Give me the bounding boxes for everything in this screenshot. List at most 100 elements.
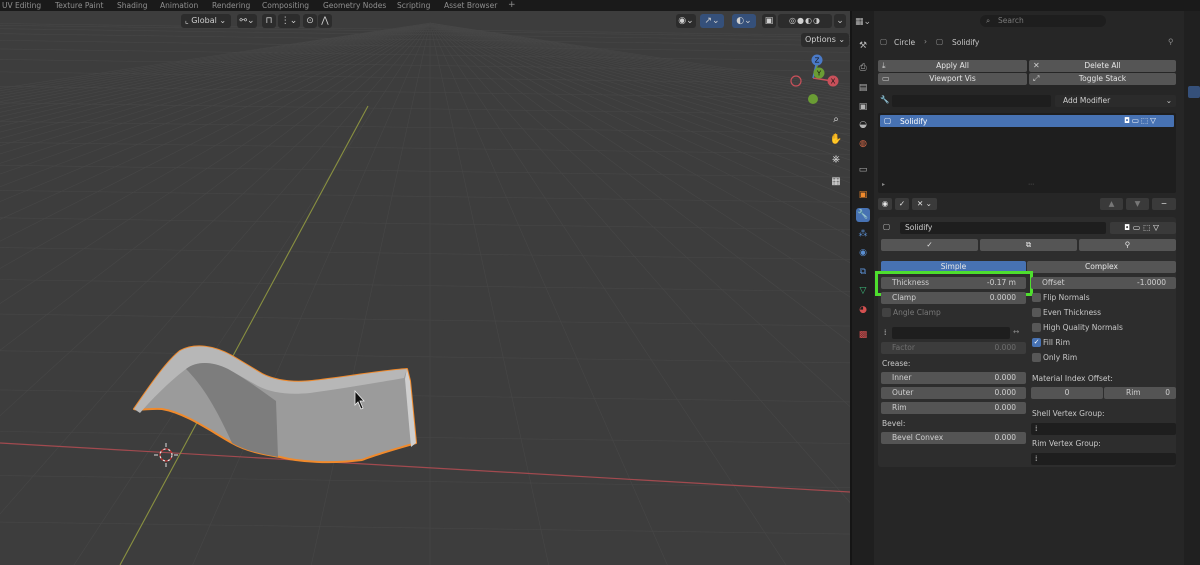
output-tab-icon[interactable]: ▤ <box>856 81 870 95</box>
zoom-icon[interactable]: ⌕ <box>828 112 844 128</box>
tab-geometry-nodes[interactable]: Geometry Nodes <box>323 0 386 11</box>
camera-icon[interactable]: ⎈ <box>828 152 844 168</box>
list-item-visibility-icons[interactable]: ◘▭⬚▽ <box>1124 116 1158 125</box>
modifiers-tab-icon[interactable]: 🔧 <box>856 208 870 222</box>
duplicate-icon[interactable]: ⧉ <box>980 239 1077 251</box>
crease-inner-field[interactable]: Inner 0.000 <box>881 372 1026 384</box>
add-workspace-button[interactable]: + <box>508 0 516 11</box>
even-thickness-checkbox[interactable] <box>1032 308 1041 317</box>
tab-uv-editing[interactable]: UV Editing <box>2 0 41 11</box>
viewport-canvas[interactable]: X Y Z <box>0 11 850 565</box>
list-item[interactable]: ▢ Solidify ◘▭⬚▽ <box>880 115 1174 127</box>
gizmo-neg-y-icon[interactable] <box>808 94 818 104</box>
data-tab-icon[interactable]: ▽ <box>856 284 870 298</box>
add-modifier-dropdown[interactable]: Add Modifier ⌄ <box>1055 95 1176 107</box>
viewport-vis-button[interactable]: ▭ Viewport Vis <box>878 73 1027 85</box>
options-button[interactable]: Options ⌄ <box>801 33 850 47</box>
modifier-toggle-icons[interactable]: ◘▭⬚▽ <box>1110 222 1176 234</box>
properties-search-input[interactable]: ⌕ Search <box>980 15 1106 27</box>
tab-shading[interactable]: Shading <box>117 0 147 11</box>
render-tab-icon[interactable]: ⎙ <box>856 61 870 75</box>
invert-arrows-icon[interactable]: ↔ <box>1013 327 1019 336</box>
view-layer-tab-icon[interactable]: ▣ <box>856 100 870 114</box>
scene-tab-icon[interactable]: ◒ <box>856 118 870 132</box>
physics-tab-icon[interactable]: ◉ <box>856 246 870 260</box>
pin-icon[interactable]: ⚲ <box>1168 37 1174 46</box>
material-rim-field[interactable]: Rim 0 <box>1104 387 1176 399</box>
move-down-icon[interactable]: ▼ <box>1126 198 1149 210</box>
snap-target-icon[interactable]: ⋮⌄ <box>278 14 300 28</box>
pivot-point-icon[interactable]: ⚯⌄ <box>237 14 257 28</box>
fill-rim-checkbox[interactable]: ✓ <box>1032 338 1041 347</box>
hand-pan-icon[interactable]: ✋ <box>828 132 844 148</box>
falloff-icon[interactable]: ⋀ <box>318 14 332 28</box>
transform-orientation-dropdown[interactable]: ⌞ Global ⌄ <box>181 14 231 28</box>
texture-tab-icon[interactable]: ▩ <box>856 328 870 342</box>
only-rim-checkbox[interactable] <box>1032 353 1041 362</box>
factor-field[interactable]: Factor 0.000 <box>881 342 1026 354</box>
shading-modes[interactable]: ◎●◐◑ <box>778 14 832 28</box>
tab-rendering[interactable]: Rendering <box>212 0 250 11</box>
xray-toggle-icon[interactable]: ▣ <box>762 14 776 28</box>
grid-line <box>73 22 431 565</box>
snap-toggle-icon[interactable]: ⊓ <box>262 14 276 28</box>
overlay-toggle-icon[interactable]: ◐⌄ <box>732 14 756 28</box>
rim-vertex-group-field[interactable]: ⁞ <box>1031 453 1176 465</box>
grid-line <box>192 22 431 565</box>
proportional-edit-icon[interactable]: ⊙ <box>303 14 317 28</box>
clamp-field[interactable]: Clamp 0.0000 <box>881 292 1026 304</box>
shell-vertex-group-field[interactable]: ⁞ <box>1031 423 1176 435</box>
grid-line <box>429 22 668 565</box>
editor-type-icon[interactable]: ▦⌄ <box>854 15 872 29</box>
modifier-list[interactable]: ▢ Solidify ◘▭⬚▽ ▸ ⋯ <box>878 113 1176 193</box>
move-up-icon[interactable]: ▲ <box>1100 198 1123 210</box>
list-resize-handle[interactable]: ⋯ <box>1028 181 1034 188</box>
modifier-filter-input[interactable] <box>892 95 1051 107</box>
pin-modifier-icon[interactable]: ⚲ <box>1079 239 1176 251</box>
angle-clamp-checkbox[interactable] <box>882 308 891 317</box>
grid-icon[interactable]: ▦ <box>828 174 844 190</box>
mode-complex-tab[interactable]: Complex <box>1027 261 1176 273</box>
world-tab-icon[interactable]: ◍ <box>856 137 870 151</box>
remove-icon[interactable]: − <box>1152 198 1176 210</box>
list-expand-icon[interactable]: ▸ <box>882 181 885 188</box>
material-tab-icon[interactable]: ◕ <box>856 303 870 317</box>
gizmo-toggle-icon[interactable]: ↗⌄ <box>700 14 724 28</box>
tab-animation[interactable]: Animation <box>160 0 198 11</box>
high-quality-normals-checkbox[interactable] <box>1032 323 1041 332</box>
apply-checkmark-icon[interactable]: ✓ <box>881 239 978 251</box>
offset-field[interactable]: Offset -1.0000 <box>1031 277 1176 289</box>
toggle-stack-button[interactable]: ⤢ Toggle Stack <box>1029 73 1176 85</box>
flip-normals-checkbox[interactable] <box>1032 293 1041 302</box>
visibility-icon[interactable]: ◉⌄ <box>676 14 696 28</box>
list-check-icon[interactable]: ✓ <box>895 198 909 210</box>
delete-all-button[interactable]: ✕ Delete All <box>1029 60 1176 72</box>
constraints-tab-icon[interactable]: ⧉ <box>856 265 870 279</box>
tab-scripting[interactable]: Scripting <box>397 0 430 11</box>
list-close-icon[interactable]: ✕ ⌄ <box>912 198 937 210</box>
apply-all-button[interactable]: ⤓ Apply All <box>878 60 1027 72</box>
vertex-group-field[interactable] <box>892 327 1010 339</box>
tab-texture-paint[interactable]: Texture Paint <box>55 0 103 11</box>
grid-line <box>311 22 431 565</box>
modifier-name-field[interactable]: Solidify <box>900 222 1106 234</box>
factor-value: 0.000 <box>994 343 1016 352</box>
crease-outer-field[interactable]: Outer 0.000 <box>881 387 1026 399</box>
vertex-group-icon: ⁞ <box>1035 424 1038 433</box>
solidified-mesh[interactable] <box>133 345 417 464</box>
3d-viewport[interactable]: X Y Z ⌞ Global ⌄ ⚯⌄ ⊓ ⋮⌄ ⊙ ⋀ ◉⌄ ↗⌄ ◐⌄ ▣ … <box>0 11 850 565</box>
bevel-convex-field[interactable]: Bevel Convex 0.000 <box>881 432 1026 444</box>
shading-options-icon[interactable]: ⌄ <box>834 14 846 28</box>
grid-line <box>0 22 431 92</box>
crease-rim-field[interactable]: Rim 0.000 <box>881 402 1026 414</box>
tool-settings-tab-icon[interactable]: ⚒ <box>856 39 870 53</box>
list-visibility-icon[interactable]: ◉ <box>878 198 892 210</box>
particles-tab-icon[interactable]: ⁂ <box>856 227 870 241</box>
collection-tab-icon[interactable]: ▭ <box>856 163 870 177</box>
material-index-field[interactable]: 0 <box>1031 387 1103 399</box>
object-tab-icon[interactable]: ▣ <box>856 188 870 202</box>
grid-line <box>0 313 850 327</box>
tab-compositing[interactable]: Compositing <box>262 0 309 11</box>
grid-line <box>0 22 431 117</box>
tab-asset-browser[interactable]: Asset Browser <box>444 0 497 11</box>
